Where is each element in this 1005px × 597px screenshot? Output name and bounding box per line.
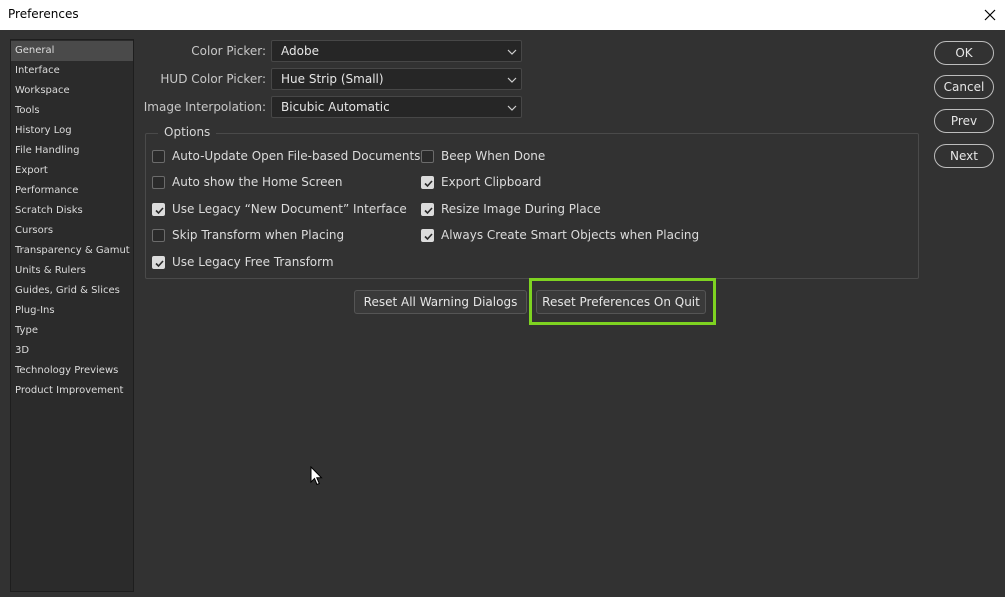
- sidebar-item-technology-previews[interactable]: Technology Previews: [11, 361, 133, 381]
- color-picker-label: Color Picker:: [191, 44, 266, 58]
- hud-color-picker-select[interactable]: Hue Strip (Small): [271, 68, 522, 90]
- next-button[interactable]: Next: [934, 144, 994, 168]
- option-export-clipboard[interactable]: Export Clipboard: [421, 174, 541, 190]
- option-legacy-free-transform[interactable]: Use Legacy Free Transform: [152, 254, 334, 270]
- option-beep-when-done[interactable]: Beep When Done: [421, 148, 545, 164]
- option-label: Use Legacy Free Transform: [172, 255, 334, 269]
- option-always-create-smart-objects[interactable]: Always Create Smart Objects when Placing: [421, 227, 699, 243]
- image-interpolation-select[interactable]: Bicubic Automatic: [271, 96, 522, 118]
- option-label: Use Legacy “New Document” Interface: [172, 202, 407, 216]
- option-resize-image-during-place[interactable]: Resize Image During Place: [421, 201, 601, 217]
- chevron-down-icon: [507, 77, 517, 83]
- color-picker-select[interactable]: Adobe: [271, 40, 522, 62]
- checkmark-icon: [424, 232, 433, 240]
- cancel-button[interactable]: Cancel: [934, 75, 994, 99]
- sidebar-item-units-rulers[interactable]: Units & Rulers: [11, 261, 133, 281]
- mouse-pointer-icon: [310, 466, 323, 486]
- prev-button[interactable]: Prev: [934, 109, 994, 133]
- ok-button[interactable]: OK: [934, 41, 994, 65]
- sidebar-item-product-improvement[interactable]: Product Improvement: [11, 381, 133, 401]
- hud-color-picker-value: Hue Strip (Small): [281, 72, 384, 86]
- reset-all-warning-dialogs-button[interactable]: Reset All Warning Dialogs: [354, 290, 527, 314]
- checkbox[interactable]: [152, 202, 165, 216]
- chevron-down-icon: [507, 105, 517, 111]
- checkbox[interactable]: [152, 149, 165, 163]
- color-picker-value: Adobe: [281, 44, 319, 58]
- checkbox[interactable]: [421, 149, 434, 163]
- highlight-box: [529, 278, 716, 325]
- sidebar-item-file-handling[interactable]: File Handling: [11, 141, 133, 161]
- sidebar-item-tools[interactable]: Tools: [11, 101, 133, 121]
- options-legend: Options: [158, 125, 217, 140]
- sidebar-item-history-log[interactable]: History Log: [11, 121, 133, 141]
- sidebar-item-general[interactable]: General: [11, 41, 133, 61]
- option-label: Skip Transform when Placing: [172, 228, 345, 242]
- hud-color-picker-label: HUD Color Picker:: [160, 72, 266, 86]
- sidebar-item-type[interactable]: Type: [11, 321, 133, 341]
- image-interpolation-label: Image Interpolation:: [143, 100, 266, 114]
- sidebar-item-performance[interactable]: Performance: [11, 181, 133, 201]
- sidebar-item-3d[interactable]: 3D: [11, 341, 133, 361]
- option-label: Auto-Update Open File-based Documents: [172, 149, 421, 163]
- checkbox[interactable]: [152, 255, 165, 269]
- option-label: Beep When Done: [441, 149, 546, 163]
- sidebar-item-plug-ins[interactable]: Plug-Ins: [11, 301, 133, 321]
- checkmark-icon: [424, 206, 433, 214]
- checkbox[interactable]: [421, 228, 434, 242]
- window-title: Preferences: [8, 7, 79, 21]
- title-bar: Preferences: [0, 0, 1005, 30]
- option-label: Export Clipboard: [441, 175, 542, 189]
- option-label: Resize Image During Place: [441, 202, 601, 216]
- checkmark-icon: [155, 206, 164, 214]
- close-button[interactable]: [975, 0, 1005, 30]
- sidebar-item-transparency-gamut[interactable]: Transparency & Gamut: [11, 241, 133, 261]
- category-sidebar: General Interface Workspace Tools Histor…: [10, 39, 134, 592]
- checkmark-icon: [155, 259, 164, 267]
- option-legacy-new-document[interactable]: Use Legacy “New Document” Interface: [152, 201, 407, 217]
- checkbox[interactable]: [152, 228, 165, 242]
- sidebar-item-export[interactable]: Export: [11, 161, 133, 181]
- checkbox[interactable]: [152, 175, 165, 189]
- sidebar-item-workspace[interactable]: Workspace: [11, 81, 133, 101]
- checkbox[interactable]: [421, 202, 434, 216]
- checkbox[interactable]: [421, 175, 434, 189]
- sidebar-item-interface[interactable]: Interface: [11, 61, 133, 81]
- option-label: Auto show the Home Screen: [172, 175, 343, 189]
- chevron-down-icon: [507, 49, 517, 55]
- option-label: Always Create Smart Objects when Placing: [441, 228, 700, 242]
- sidebar-item-guides-grid-slices[interactable]: Guides, Grid & Slices: [11, 281, 133, 301]
- sidebar-item-cursors[interactable]: Cursors: [11, 221, 133, 241]
- option-skip-transform[interactable]: Skip Transform when Placing: [152, 227, 344, 243]
- option-auto-show-home-screen[interactable]: Auto show the Home Screen: [152, 174, 343, 190]
- image-interpolation-value: Bicubic Automatic: [281, 100, 390, 114]
- sidebar-item-scratch-disks[interactable]: Scratch Disks: [11, 201, 133, 221]
- option-auto-update-documents[interactable]: Auto-Update Open File-based Documents: [152, 148, 420, 164]
- close-icon: [984, 9, 996, 21]
- checkmark-icon: [424, 179, 433, 187]
